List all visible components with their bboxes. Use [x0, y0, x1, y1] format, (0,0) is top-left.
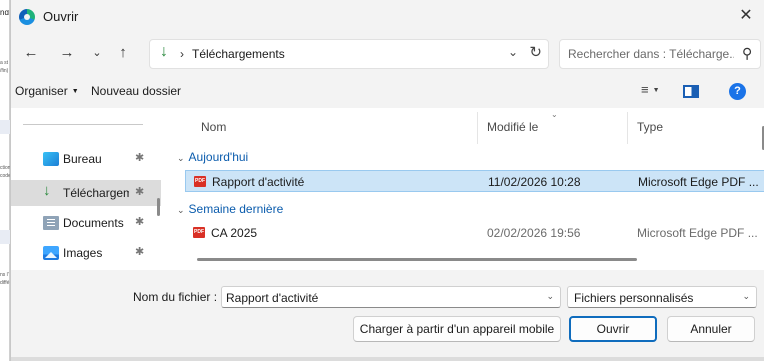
sort-chevron-icon: ⌄: [551, 110, 558, 119]
sidebar-item-label: Documents: [63, 216, 124, 230]
downloads-icon: ↓: [43, 182, 51, 199]
column-header-name[interactable]: Nom: [201, 120, 226, 134]
search-box[interactable]: ⚲: [559, 39, 761, 69]
dialog-bottom-edge: [11, 357, 764, 361]
chevron-down-icon: ⌄: [177, 153, 185, 163]
chevron-down-icon: ⌄: [742, 291, 750, 301]
filename-combobox[interactable]: ⌄: [221, 286, 561, 308]
sidebar-item-desktop[interactable]: Bureau ✱: [11, 146, 161, 172]
close-button[interactable]: ✕: [733, 4, 759, 28]
group-label: Semaine dernière: [188, 202, 284, 216]
filetype-select[interactable]: Fichiers personnalisés ⌄: [567, 286, 757, 308]
file-row-rapport[interactable]: PDF Rapport d'activité 11/02/2026 10:28 …: [185, 170, 764, 192]
nav-pane-divider: [23, 124, 143, 125]
filename-input[interactable]: [226, 291, 536, 305]
group-header-today[interactable]: ⌄ Aujourd'hui: [177, 150, 248, 164]
background-app-text: nd: [0, 10, 9, 16]
navigation-pane: Bureau ✱ ↓ Téléchargements ✱ Documents ✱…: [11, 108, 161, 270]
column-header-date[interactable]: Modifié le: [487, 120, 538, 134]
sidebar-item-label: Images: [63, 246, 103, 260]
command-bar: Organiser ▼ Nouveau dossier ≡ ▼ ?: [11, 76, 764, 108]
pin-icon[interactable]: ✱: [135, 151, 144, 164]
pdf-file-icon: PDF: [193, 227, 205, 238]
refresh-icon[interactable]: ↻: [529, 43, 542, 61]
documents-icon: [43, 216, 59, 230]
navigation-bar: ← → ⌄ ↑ ↓ › Téléchargements ⌄ ↻ ⚲: [11, 34, 764, 74]
list-view-icon: ≡: [641, 82, 649, 97]
organize-label: Organiser: [15, 84, 68, 98]
pdf-file-icon: PDF: [194, 176, 206, 187]
file-type: Microsoft Edge PDF ...: [638, 175, 759, 189]
images-icon: [43, 246, 59, 260]
file-type: Microsoft Edge PDF ...: [637, 226, 758, 240]
column-divider[interactable]: [627, 112, 628, 144]
forward-arrow-icon[interactable]: →: [57, 41, 77, 65]
recent-locations-chevron-icon[interactable]: ⌄: [87, 41, 107, 65]
filetype-value: Fichiers personnalisés: [574, 291, 694, 305]
background-app-text: ns l': [0, 272, 9, 278]
sidebar-item-documents[interactable]: Documents ✱: [11, 210, 161, 236]
column-header-type[interactable]: Type: [637, 120, 663, 134]
file-list: Nom ⌄ Modifié le Type ⌄ Aujourd'hui PDF R…: [161, 108, 764, 270]
pin-icon[interactable]: ✱: [135, 245, 144, 258]
pin-icon[interactable]: ✱: [135, 185, 144, 198]
view-options-button[interactable]: ≡ ▼: [641, 82, 660, 97]
nav-pane-scrollbar[interactable]: [157, 198, 160, 216]
sidebar-item-images[interactable]: Images ✱: [11, 240, 161, 266]
downloads-icon: ↓: [160, 43, 168, 60]
back-arrow-icon[interactable]: ←: [21, 41, 41, 65]
title-bar: Ouvrir ✕: [11, 0, 764, 32]
pin-icon[interactable]: ✱: [135, 215, 144, 228]
file-name: CA 2025: [211, 226, 258, 240]
filename-label: Nom du fichier :: [133, 290, 218, 304]
breadcrumb-downloads[interactable]: Téléchargements: [192, 47, 285, 61]
background-app-text: code: [0, 173, 10, 179]
address-dropdown-icon[interactable]: ⌄: [508, 45, 518, 59]
horizontal-scrollbar[interactable]: [197, 258, 637, 261]
preview-pane-icon[interactable]: [683, 85, 699, 98]
sidebar-item-downloads[interactable]: ↓ Téléchargements ✱: [11, 180, 161, 206]
background-app-band: [0, 120, 10, 134]
organize-button[interactable]: Organiser ▼: [15, 84, 79, 98]
background-app-text: a st: [0, 60, 9, 66]
group-header-last-week[interactable]: ⌄ Semaine dernière: [177, 202, 283, 216]
address-bar[interactable]: ↓ › Téléchargements ⌄ ↻: [149, 39, 549, 69]
up-arrow-icon[interactable]: ↑: [113, 41, 133, 65]
help-icon[interactable]: ?: [729, 83, 746, 100]
file-date: 11/02/2026 10:28: [488, 175, 581, 189]
group-label: Aujourd'hui: [188, 150, 249, 164]
chevron-down-icon[interactable]: ⌄: [546, 291, 554, 302]
file-name: Rapport d'activité: [212, 175, 305, 189]
caret-down-icon: ▼: [71, 88, 79, 95]
sidebar-item-label: Bureau: [63, 152, 102, 166]
upload-from-mobile-button[interactable]: Charger à partir d'un appareil mobile: [353, 316, 561, 342]
breadcrumb-separator-icon[interactable]: ›: [180, 47, 184, 61]
background-app-band: [0, 230, 10, 244]
file-date: 02/02/2026 19:56: [487, 226, 581, 240]
cancel-button[interactable]: Annuler: [667, 316, 755, 342]
column-divider[interactable]: [477, 112, 478, 144]
open-file-dialog: Ouvrir ✕ ← → ⌄ ↑ ↓ › Téléchargements ⌄ ↻…: [10, 0, 764, 361]
chevron-down-icon: ⌄: [177, 205, 185, 215]
caret-down-icon: ▼: [652, 87, 660, 94]
search-input[interactable]: [568, 47, 734, 61]
open-button[interactable]: Ouvrir: [569, 316, 657, 342]
background-app-text: ction: [0, 165, 10, 171]
dialog-footer: Nom du fichier : ⌄ Fichiers personnalisé…: [11, 270, 764, 361]
new-folder-button[interactable]: Nouveau dossier: [91, 84, 181, 98]
file-row-ca-2025[interactable]: PDF CA 2025 02/02/2026 19:56 Microsoft E…: [185, 222, 764, 244]
dialog-title: Ouvrir: [43, 9, 79, 24]
desktop-icon: [43, 152, 59, 166]
search-icon[interactable]: ⚲: [742, 45, 752, 62]
background-app-strip: nd a st /fin) | ction code ns l' diffé: [0, 0, 10, 361]
edge-browser-icon: [19, 9, 35, 25]
sidebar-item-label: Téléchargements: [63, 186, 129, 200]
background-app-text: diffé: [0, 280, 10, 286]
background-app-text: /fin) |: [0, 68, 10, 74]
